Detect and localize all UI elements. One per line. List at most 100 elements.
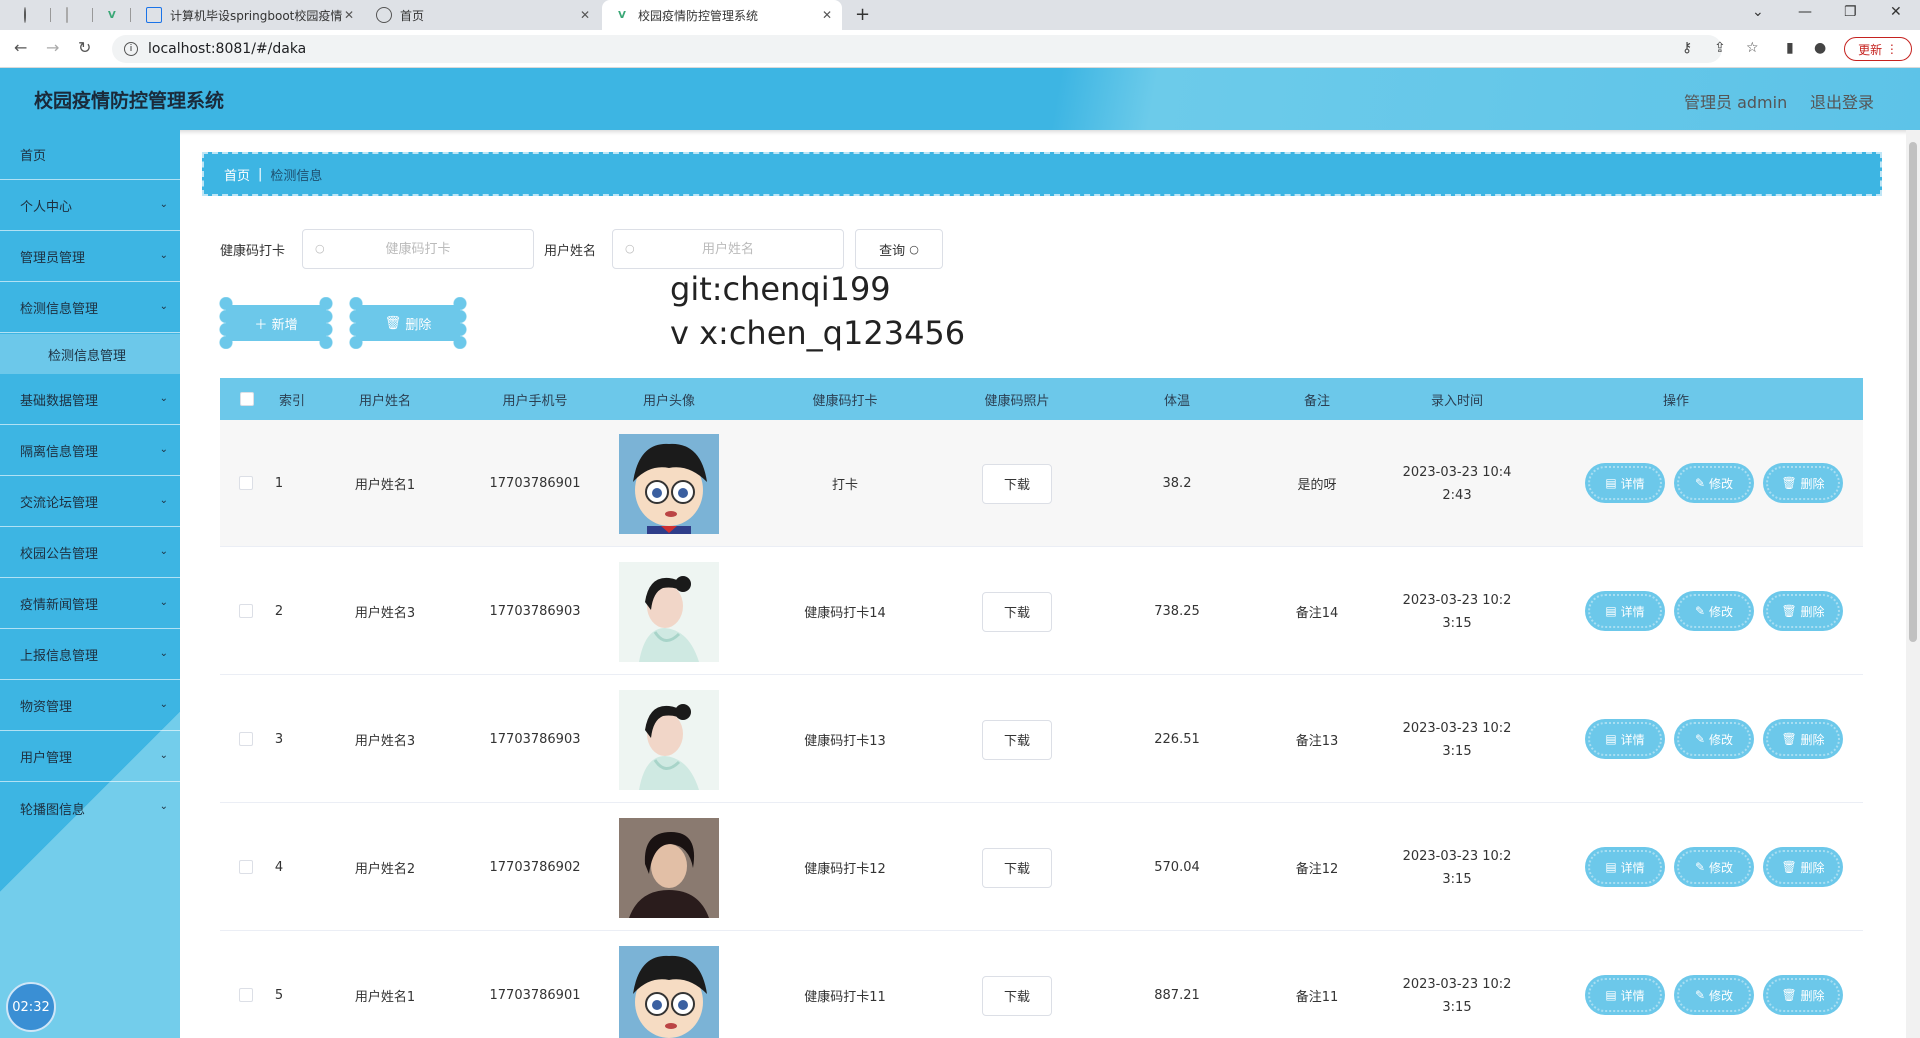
table-row: 4 用户姓名2 17703786902 健康码打卡12 下载 570.04 备注… bbox=[220, 804, 1863, 931]
logout-link[interactable]: 退出登录 bbox=[1810, 89, 1874, 113]
download-button[interactable]: 下载 bbox=[982, 463, 1052, 504]
edit-button[interactable]: ✎ 修改 bbox=[1677, 594, 1751, 628]
search-icon: ○ bbox=[909, 242, 919, 256]
tab-springboot[interactable]: 计算机毕设springboot校园疫情 ✕ bbox=[134, 0, 364, 30]
edit-button[interactable]: ✎ 修改 bbox=[1677, 722, 1751, 756]
download-button[interactable]: 下载 bbox=[982, 719, 1052, 760]
cell-note: 备注11 bbox=[1295, 990, 1339, 1005]
row-checkbox[interactable] bbox=[239, 988, 253, 1002]
download-label: 下载 bbox=[1003, 606, 1030, 621]
tab-pinned-3[interactable]: V bbox=[96, 0, 128, 30]
detail-button[interactable]: ▤ 详情 bbox=[1588, 722, 1662, 756]
update-button[interactable]: 更新 ⋮ bbox=[1844, 37, 1912, 61]
close-icon[interactable]: ✕ bbox=[580, 8, 590, 22]
url-field[interactable]: i localhost:8081/#/daka bbox=[112, 35, 1722, 63]
sidebar-item-isolation[interactable]: 隔离信息管理 ⌄ bbox=[0, 426, 180, 476]
sidebar-item-news[interactable]: 疫情新闻管理 ⌄ bbox=[0, 579, 180, 629]
sidebar-item-label: 管理员管理 bbox=[20, 251, 86, 266]
share-icon[interactable]: ⇪ bbox=[1714, 40, 1726, 56]
cell-temp: 226.51 bbox=[1154, 732, 1200, 747]
detail-button[interactable]: ▤ 详情 bbox=[1588, 466, 1662, 500]
close-icon[interactable]: ✕ bbox=[344, 8, 354, 22]
sidebar-item-basic-data[interactable]: 基础数据管理 ⌄ bbox=[0, 375, 180, 425]
tab-home[interactable]: 首页 ✕ bbox=[364, 0, 600, 30]
back-icon[interactable]: ← bbox=[14, 38, 27, 57]
sidebar-item-users[interactable]: 用户管理 ⌄ bbox=[0, 732, 180, 782]
close-icon[interactable]: ✕ bbox=[822, 8, 832, 22]
sidebar-item-carousel[interactable]: 轮播图信息 ⌄ bbox=[0, 783, 180, 833]
forward-icon[interactable]: → bbox=[46, 38, 59, 57]
cell-checkin: 健康码打卡13 bbox=[804, 734, 886, 749]
row-checkbox[interactable] bbox=[239, 860, 253, 874]
scrollbar-thumb[interactable] bbox=[1909, 142, 1917, 642]
health-filter-field[interactable]: ○ bbox=[302, 229, 534, 269]
cell-name: 用户姓名3 bbox=[354, 734, 416, 749]
doc-icon: ▤ bbox=[1605, 604, 1617, 618]
edit-button[interactable]: ✎ 修改 bbox=[1677, 850, 1751, 884]
detail-button[interactable]: ▤ 详情 bbox=[1588, 850, 1662, 884]
key-icon[interactable]: ⚷ bbox=[1682, 40, 1692, 56]
sidepanel-icon[interactable]: ▮ bbox=[1786, 40, 1794, 56]
sidebar-item-home[interactable]: 首页 bbox=[0, 130, 180, 180]
tab-active[interactable]: V 校园疫情防控管理系统 ✕ bbox=[602, 0, 842, 30]
sidebar-item-detection[interactable]: 检测信息管理 ⌄ bbox=[0, 283, 180, 333]
minimize-icon[interactable]: — bbox=[1798, 4, 1812, 20]
download-button[interactable]: 下载 bbox=[982, 591, 1052, 632]
sidebar-item-label: 上报信息管理 bbox=[20, 649, 99, 664]
download-button[interactable]: 下载 bbox=[982, 847, 1052, 888]
app-title: 校园疫情防控管理系统 bbox=[34, 90, 225, 112]
edit-button[interactable]: ✎ 修改 bbox=[1677, 466, 1751, 500]
trash-icon: 🗑 bbox=[1781, 732, 1797, 746]
doc-icon: ▤ bbox=[1605, 988, 1617, 1002]
star-icon[interactable]: ☆ bbox=[1746, 40, 1759, 56]
trash-icon: 🗑 bbox=[384, 315, 402, 331]
tab-pinned-2[interactable] bbox=[54, 0, 86, 30]
new-tab-icon[interactable]: + bbox=[855, 4, 870, 25]
cell-temp: 570.04 bbox=[1154, 860, 1200, 875]
window-close-icon[interactable]: ✕ bbox=[1890, 4, 1902, 20]
select-all-checkbox[interactable] bbox=[240, 392, 254, 406]
row-delete-button[interactable]: 🗑 删除 bbox=[1766, 594, 1840, 628]
detail-button[interactable]: ▤ 详情 bbox=[1588, 594, 1662, 628]
info-icon[interactable]: i bbox=[124, 42, 138, 56]
detail-button[interactable]: ▤ 详情 bbox=[1588, 978, 1662, 1012]
pencil-icon: ✎ bbox=[1695, 732, 1706, 746]
name-filter-input[interactable] bbox=[643, 230, 813, 268]
edit-button[interactable]: ✎ 修改 bbox=[1677, 978, 1751, 1012]
sidebar-subitem-detection[interactable]: 检测信息管理 bbox=[0, 334, 180, 374]
batch-delete-button[interactable]: 🗑 删除 bbox=[349, 297, 467, 349]
search-button[interactable]: 查询 ○ bbox=[855, 229, 943, 269]
row-checkbox[interactable] bbox=[239, 732, 253, 746]
cell-temp: 887.21 bbox=[1154, 988, 1200, 1003]
row-checkbox[interactable] bbox=[239, 476, 253, 490]
detail-label: 详情 bbox=[1620, 604, 1645, 619]
cell-note: 是的呀 bbox=[1297, 478, 1337, 493]
sidebar-item-profile[interactable]: 个人中心 ⌄ bbox=[0, 181, 180, 231]
sidebar-item-notice[interactable]: 校园公告管理 ⌄ bbox=[0, 528, 180, 578]
tab-list-icon[interactable]: ⌄ bbox=[1752, 4, 1764, 20]
profile-icon[interactable]: ● bbox=[1814, 40, 1826, 56]
breadcrumb-home[interactable]: 首页 bbox=[224, 165, 250, 184]
download-button[interactable]: 下载 bbox=[982, 975, 1052, 1016]
sidebar-item-supplies[interactable]: 物资管理 ⌄ bbox=[0, 681, 180, 731]
row-delete-button[interactable]: 🗑 删除 bbox=[1766, 978, 1840, 1012]
add-button[interactable]: ＋ 新增 bbox=[219, 297, 333, 349]
page-scrollbar[interactable] bbox=[1906, 130, 1920, 1038]
name-filter-field[interactable]: ○ bbox=[612, 229, 844, 269]
reload-icon[interactable]: ↻ bbox=[78, 38, 91, 57]
sidebar-item-forum[interactable]: 交流论坛管理 ⌄ bbox=[0, 477, 180, 527]
table-row: 1 用户姓名1 17703786901 打卡 下载 38.2 是的呀 2023-… bbox=[220, 420, 1863, 547]
trash-icon: 🗑 bbox=[1781, 860, 1797, 874]
restore-icon[interactable]: ❐ bbox=[1844, 4, 1857, 20]
browser-tabbar: V 计算机毕设springboot校园疫情 ✕ 首页 ✕ V 校园疫情防控管理系… bbox=[0, 0, 1920, 30]
sidebar-item-report[interactable]: 上报信息管理 ⌄ bbox=[0, 630, 180, 680]
tab-pinned-1[interactable] bbox=[12, 0, 44, 30]
avatar-cartoon-boy bbox=[619, 945, 719, 1038]
row-delete-button[interactable]: 🗑 删除 bbox=[1766, 466, 1840, 500]
sidebar-item-admin[interactable]: 管理员管理 ⌄ bbox=[0, 232, 180, 282]
time-line-2: 3:15 bbox=[1442, 871, 1472, 887]
health-filter-input[interactable] bbox=[333, 230, 503, 268]
row-delete-button[interactable]: 🗑 删除 bbox=[1766, 722, 1840, 756]
row-delete-button[interactable]: 🗑 删除 bbox=[1766, 850, 1840, 884]
row-checkbox[interactable] bbox=[239, 604, 253, 618]
